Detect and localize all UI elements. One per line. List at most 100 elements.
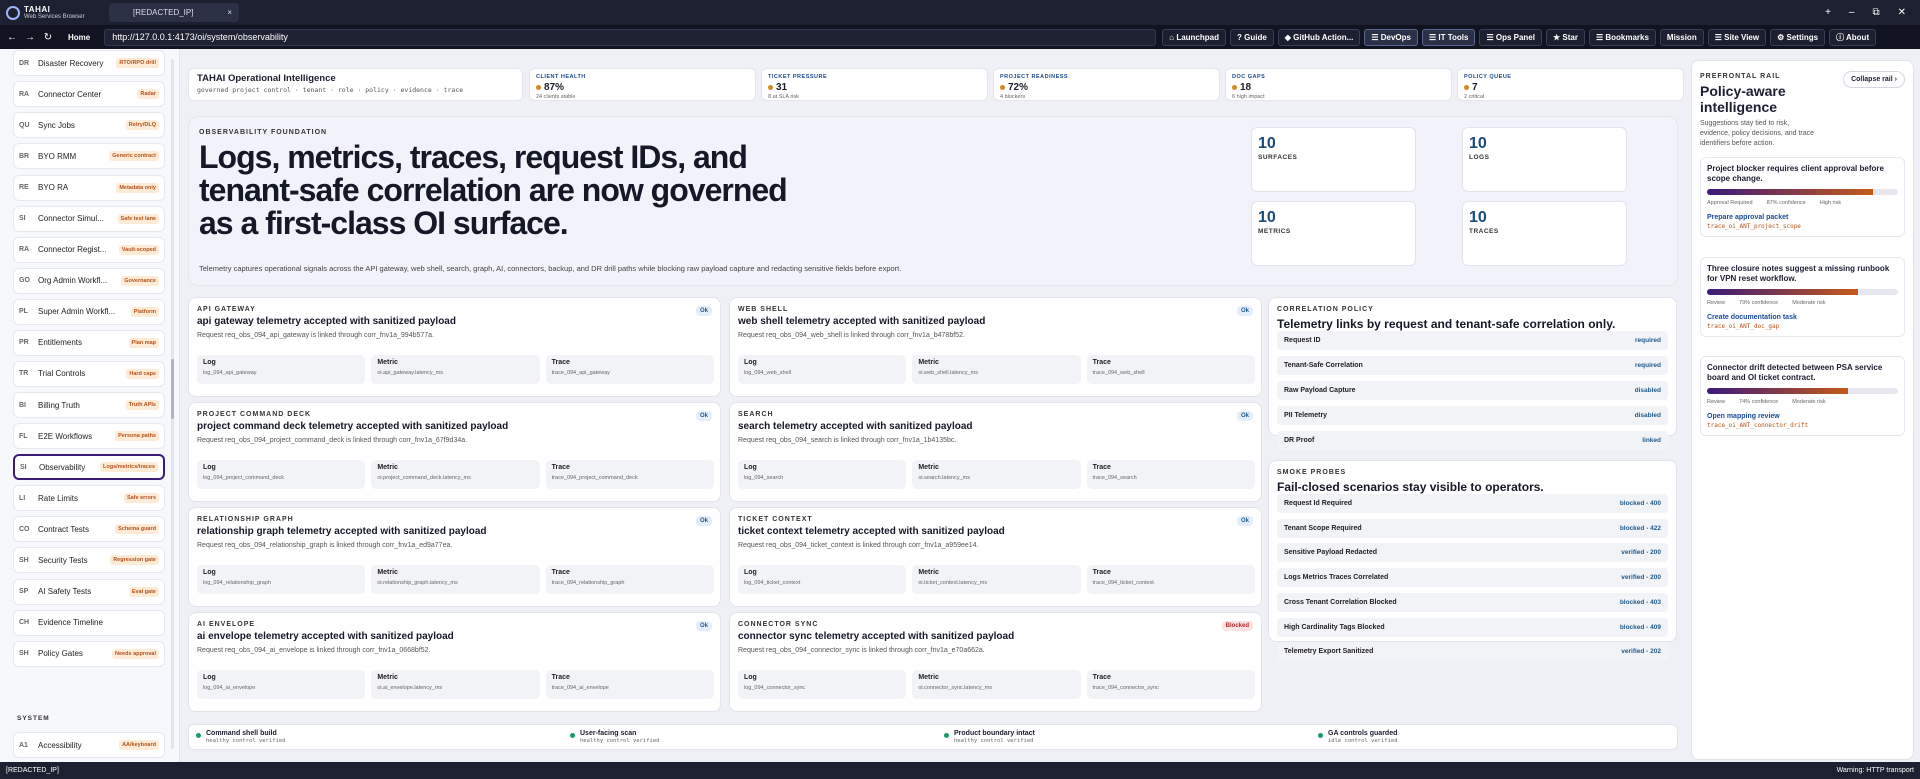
card-cell-metric: Metric oi.ticket_context.latency_ms — [912, 565, 1081, 594]
cell-value: log_094_connector_sync — [744, 685, 806, 691]
cell-value: log_094_ticket_context — [744, 580, 801, 586]
nav-button-site-view[interactable]: ☰ Site View — [1707, 28, 1767, 46]
metric-dot-icon — [1000, 84, 1005, 90]
forward-icon[interactable]: → — [24, 32, 36, 43]
cell-value: oi.relationship_graph.latency_ms — [377, 580, 458, 586]
nav-button-about[interactable]: ⓘ About — [1829, 28, 1877, 46]
insight-action-link[interactable]: Open mapping review — [1707, 413, 1898, 420]
minimize-icon[interactable]: – — [1849, 7, 1855, 18]
nav-button-label: Settings — [1786, 32, 1819, 42]
reload-icon[interactable]: ↻ — [42, 32, 54, 43]
probe-value: blocked - 422 — [1619, 524, 1661, 532]
nav-button-github-action[interactable]: ◆ GitHub Action... — [1277, 28, 1361, 46]
nav-button-it-tools[interactable]: ☰ IT Tools — [1421, 28, 1476, 46]
card-cell-log: Log log_094_connector_sync — [738, 670, 907, 699]
card-description: Request req_obs_094_ai_envelope is linke… — [197, 647, 431, 654]
card-cells: Log log_094_relationship_graph Metric oi.re… — [197, 565, 714, 594]
nav-button-launchpad[interactable]: ⌂ Launchpad — [1162, 28, 1226, 46]
sidebar-item-connector-regist[interactable]: RA Connector Regist... Vault-scoped — [13, 236, 165, 263]
sidebar-item-evidence-timeline[interactable]: CH Evidence Timeline — [13, 609, 165, 636]
nav-button-devops[interactable]: ☰ DevOps — [1364, 28, 1418, 46]
browser-tab[interactable]: [REDACTED_IP] × — [109, 3, 239, 22]
new-tab-icon[interactable]: + — [1825, 7, 1831, 18]
sidebar-item-label: Connector Regist... — [38, 245, 107, 255]
card-cell-trace: Trace trace_094_ticket_context — [1086, 565, 1255, 594]
stat-number: 10 — [1258, 209, 1276, 226]
status-dot-icon — [196, 733, 201, 738]
sidebar-item-byo-ra[interactable]: RE BYO RA Metadata only — [13, 174, 165, 201]
cell-value: oi.project_command_deck.latency_ms — [377, 475, 471, 481]
close-tab-icon[interactable]: × — [227, 8, 232, 17]
close-window-icon[interactable]: ✕ — [1898, 7, 1906, 18]
tab-title: [REDACTED_IP] — [133, 8, 194, 17]
stat-number: 10 — [1258, 135, 1276, 152]
cell-label: Log — [203, 464, 216, 471]
footer-sub: healthy control verified — [954, 738, 1034, 744]
sidebar-item-label: Policy Gates — [38, 649, 83, 659]
sidebar-item-abbr: RA — [19, 90, 30, 98]
sidebar-item-label: Sync Jobs — [38, 120, 75, 130]
card-cell-metric: Metric oi.connector_sync.latency_ms — [912, 670, 1081, 699]
sidebar-item-byo-rmm[interactable]: BR BYO RMM Generic contract — [13, 143, 165, 170]
cell-value: oi.search.latency_ms — [918, 475, 970, 481]
insight-title: Three closure notes suggest a missing ru… — [1707, 264, 1890, 283]
sidebar-item-ai-safety-tests[interactable]: SP AI Safety Tests Eval gate — [13, 578, 165, 605]
sidebar-item-entitlements[interactable]: PR Entitlements Plan map — [13, 329, 165, 356]
nav-button-bookmarks[interactable]: ☰ Bookmarks — [1588, 28, 1656, 46]
telemetry-card: PROJECT COMMAND DECK project command deck… — [188, 402, 721, 502]
app-brand: TAHAI Web Services Browser — [0, 5, 105, 21]
sidebar-item-abbr: FL — [19, 432, 28, 440]
footer-item: User-facing scan healthy control verified — [570, 730, 659, 744]
insight-action-link[interactable]: Create documentation task — [1707, 314, 1898, 321]
sidebar-item-sync-jobs[interactable]: QU Sync Jobs Retry/DLQ — [13, 112, 165, 139]
nav-button-ops-panel[interactable]: ☰ Ops Panel — [1479, 28, 1542, 46]
sidebar-item-super-admin-workfl[interactable]: PL Super Admin Workfl... Platform — [13, 298, 165, 325]
maximize-icon[interactable]: ⧉ — [1872, 7, 1879, 18]
probe-value: blocked - 403 — [1619, 598, 1661, 606]
sidebar-item-billing-truth[interactable]: BI Billing Truth Truth APIs — [13, 392, 165, 419]
nav-button-star[interactable]: ★ Star — [1545, 28, 1585, 46]
status-badge: Ok — [695, 516, 712, 526]
rail-title: Policy-aware intelligence — [1700, 83, 1786, 115]
sidebar-item-accessibility[interactable]: A1 Accessibility AA/keyboard — [13, 732, 165, 758]
sidebar-item-policy-gates[interactable]: SH Policy Gates Needs approval — [13, 640, 165, 667]
hero-description: Telemetry captures operational signals a… — [199, 264, 902, 273]
sidebar-item-security-tests[interactable]: SH Security Tests Regression gate — [13, 547, 165, 574]
nav-button-settings[interactable]: ⚙ Settings — [1770, 28, 1826, 46]
sidebar-item-contract-tests[interactable]: CO Contract Tests Schema guard — [13, 516, 165, 543]
collapse-rail-button[interactable]: Collapse rail › — [1843, 71, 1905, 88]
probe-row: Cross Tenant Correlation Blocked blocked … — [1277, 592, 1668, 612]
address-bar[interactable]: http://127.0.0.1:4173/oi/system/observab… — [104, 28, 1157, 46]
card-kicker: TICKET CONTEXT — [738, 516, 813, 523]
stat-number: 10 — [1469, 135, 1487, 152]
nav-button-label: Star — [1562, 32, 1578, 42]
metric-label: POLICY QUEUE — [1464, 74, 1512, 80]
nav-button-mission[interactable]: Mission — [1659, 28, 1704, 46]
status-badge: Ok — [695, 306, 712, 316]
stat-label: TRACES — [1469, 228, 1499, 235]
sidebar-scrollbar[interactable] — [171, 59, 174, 749]
sidebar-item-trial-controls[interactable]: TR Trial Controls Hard caps — [13, 360, 165, 387]
sidebar-item-abbr: RE — [19, 184, 29, 192]
sidebar-item-connector-center[interactable]: RA Connector Center Radar — [13, 81, 165, 108]
sidebar-item-observability[interactable]: SI Observability Logs/metrics/traces — [13, 454, 165, 481]
sidebar-item-rate-limits[interactable]: LI Rate Limits Safe errors — [13, 485, 165, 512]
insight-action-link[interactable]: Prepare approval packet — [1707, 214, 1898, 221]
scrollbar-thumb[interactable] — [171, 359, 174, 419]
nav-button-icon: ☰ — [1595, 32, 1604, 42]
nav-button-guide[interactable]: ? Guide — [1229, 28, 1274, 46]
home-button[interactable]: Home — [60, 33, 98, 42]
sidebar-item-badge: Radar — [137, 89, 159, 100]
cell-value: trace_094_web_shell — [1092, 370, 1145, 376]
sidebar-item-badge: Platform — [130, 306, 159, 317]
sidebar-item-connector-simul[interactable]: SI Connector Simul... Safe test lane — [13, 205, 165, 232]
card-cell-metric: Metric oi.web_shell.latency_ms — [912, 355, 1081, 384]
back-icon[interactable]: ← — [6, 32, 18, 43]
sidebar-item-e2e-workflows[interactable]: FL E2E Workflows Persona paths — [13, 423, 165, 450]
correlation-policy-panel: CORRELATION POLICY Telemetry links by re… — [1268, 297, 1677, 450]
policy-row: PII Telemetry disabled — [1277, 406, 1668, 425]
sidebar-item-disaster-recovery[interactable]: DR Disaster Recovery RTO/RPO drill — [13, 50, 165, 77]
sidebar-item-org-admin-workfl[interactable]: GO Org Admin Workfl... Governance — [13, 267, 165, 294]
stat-label: SURFACES — [1258, 154, 1298, 161]
sidebar-item-label: Org Admin Workfl... — [38, 276, 108, 286]
